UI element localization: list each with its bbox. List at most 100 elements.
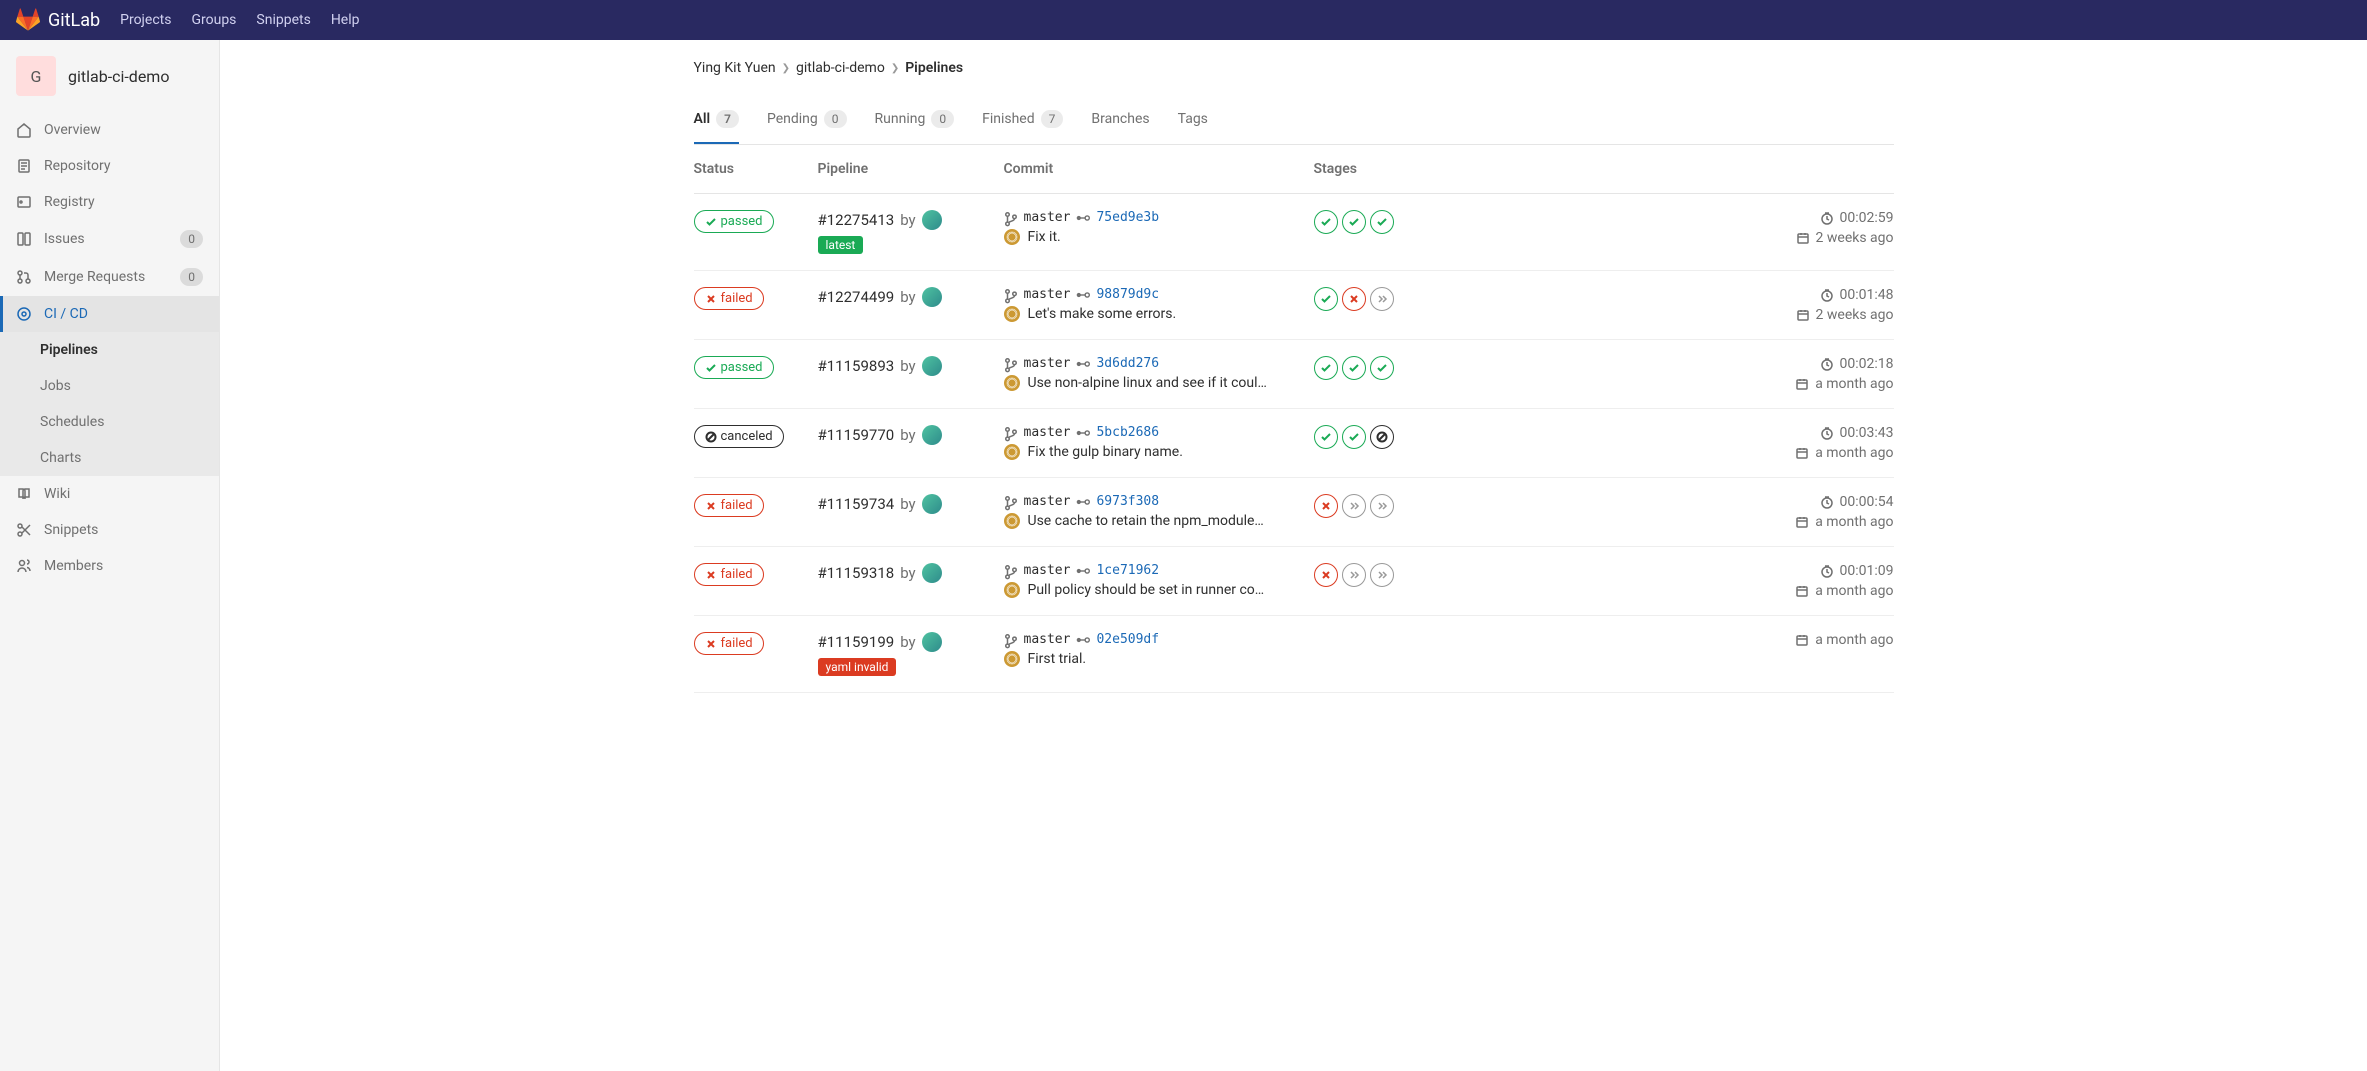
sidebar-label: Overview <box>44 122 203 138</box>
tab-tags[interactable]: Tags <box>1178 96 1208 144</box>
stage-pass[interactable] <box>1342 425 1366 449</box>
sidebar-item-snippets[interactable]: Snippets <box>0 512 219 548</box>
tab-running[interactable]: Running 0 <box>875 96 955 144</box>
chevron-icon: ❯ <box>782 63 790 74</box>
book-icon <box>16 486 32 502</box>
sidebar-label: Merge Requests <box>44 269 168 285</box>
stages <box>1314 494 1590 518</box>
stage-pass[interactable] <box>1370 210 1394 234</box>
branch-name[interactable]: master <box>1024 563 1071 578</box>
commit-dash-icon <box>1076 495 1090 509</box>
status-badge-failed[interactable]: failed <box>694 632 764 655</box>
stage-pass[interactable] <box>1314 210 1338 234</box>
stage-pass[interactable] <box>1342 210 1366 234</box>
pipeline-id[interactable]: #11159770 by <box>818 425 1004 445</box>
tab-count: 7 <box>716 110 739 128</box>
nav-help[interactable]: Help <box>331 12 360 28</box>
tab-finished[interactable]: Finished 7 <box>982 96 1063 144</box>
stage-skip[interactable] <box>1370 287 1394 311</box>
stage-pass[interactable] <box>1314 287 1338 311</box>
nav-projects[interactable]: Projects <box>120 12 171 28</box>
by-label: by <box>900 426 915 444</box>
branch-name[interactable]: master <box>1024 425 1071 440</box>
status-badge-canceled[interactable]: canceled <box>694 425 784 448</box>
stages <box>1314 287 1590 311</box>
pipeline-id[interactable]: #11159734 by <box>818 494 1004 514</box>
branch-name[interactable]: master <box>1024 632 1071 647</box>
nav-groups[interactable]: Groups <box>191 12 236 28</box>
pipeline-id[interactable]: #11159893 by <box>818 356 1004 376</box>
branch-name[interactable]: master <box>1024 494 1071 509</box>
user-avatar[interactable] <box>922 210 942 230</box>
sidebar-item-overview[interactable]: Overview <box>0 112 219 148</box>
tab-pending[interactable]: Pending 0 <box>767 96 847 144</box>
stage-pass[interactable] <box>1314 425 1338 449</box>
stage-fail[interactable] <box>1314 494 1338 518</box>
status-badge-failed[interactable]: failed <box>694 287 764 310</box>
pipeline-id[interactable]: #12275413 by <box>818 210 1004 230</box>
status-text: passed <box>721 360 763 375</box>
sidebar-item-wiki[interactable]: Wiki <box>0 476 219 512</box>
commit-sha[interactable]: 1ce71962 <box>1096 563 1159 578</box>
breadcrumb-item[interactable]: Ying Kit Yuen <box>694 60 776 76</box>
sidebar-item-issues[interactable]: Issues 0 <box>0 220 219 258</box>
commit-sha[interactable]: 5bcb2686 <box>1096 425 1159 440</box>
user-avatar[interactable] <box>922 563 942 583</box>
branch-name[interactable]: master <box>1024 287 1071 302</box>
status-badge-failed[interactable]: failed <box>694 563 764 586</box>
status-badge-passed[interactable]: passed <box>694 210 774 233</box>
stage-cancel[interactable] <box>1370 425 1394 449</box>
nav-snippets[interactable]: Snippets <box>256 12 310 28</box>
status-badge-passed[interactable]: passed <box>694 356 774 379</box>
commit-message: First trial. <box>1028 651 1087 667</box>
pipeline-row: failed #11159734 by master 6973f308 Use … <box>694 478 1894 547</box>
commit-sha[interactable]: 98879d9c <box>1096 287 1159 302</box>
sidebar-item-members[interactable]: Members <box>0 548 219 584</box>
project-header[interactable]: G gitlab-ci-demo <box>0 40 219 112</box>
branch-icon <box>1004 426 1018 440</box>
sidebar-item-ci-cd[interactable]: CI / CD <box>0 296 219 332</box>
pipeline-id[interactable]: #11159318 by <box>818 563 1004 583</box>
sidebar-item-merge-requests[interactable]: Merge Requests 0 <box>0 258 219 296</box>
stage-skip[interactable] <box>1370 563 1394 587</box>
branch-name[interactable]: master <box>1024 210 1071 225</box>
tab-label: Pending <box>767 111 818 127</box>
subnav-pipelines[interactable]: Pipelines <box>0 332 219 368</box>
pipeline-id[interactable]: #11159199 by <box>818 632 1004 652</box>
subnav-jobs[interactable]: Jobs <box>0 368 219 404</box>
stage-skip[interactable] <box>1370 494 1394 518</box>
home-icon <box>16 122 32 138</box>
commit-sha[interactable]: 02e509df <box>1096 632 1159 647</box>
user-avatar[interactable] <box>922 494 942 514</box>
branch-name[interactable]: master <box>1024 356 1071 371</box>
tab-branches[interactable]: Branches <box>1091 96 1149 144</box>
commit-message: Fix the gulp binary name. <box>1028 444 1183 460</box>
sidebar-item-registry[interactable]: Registry <box>0 184 219 220</box>
stage-pass[interactable] <box>1370 356 1394 380</box>
subnav-schedules[interactable]: Schedules <box>0 404 219 440</box>
tab-all[interactable]: All 7 <box>694 96 739 144</box>
stage-skip[interactable] <box>1342 563 1366 587</box>
tab-label: Tags <box>1178 111 1208 127</box>
user-avatar[interactable] <box>922 632 942 652</box>
commit-sha[interactable]: 6973f308 <box>1096 494 1159 509</box>
sidebar-item-repository[interactable]: Repository <box>0 148 219 184</box>
stage-skip[interactable] <box>1342 494 1366 518</box>
stage-pass[interactable] <box>1314 356 1338 380</box>
stage-fail[interactable] <box>1314 563 1338 587</box>
user-avatar[interactable] <box>922 287 942 307</box>
pipeline-id[interactable]: #12274499 by <box>818 287 1004 307</box>
stage-pass[interactable] <box>1342 356 1366 380</box>
commit-sha[interactable]: 75ed9e3b <box>1096 210 1159 225</box>
commit-avatar <box>1004 582 1020 598</box>
user-avatar[interactable] <box>922 356 942 376</box>
subnav-charts[interactable]: Charts <box>0 440 219 476</box>
status-badge-failed[interactable]: failed <box>694 494 764 517</box>
stage-fail[interactable] <box>1342 287 1366 311</box>
user-avatar[interactable] <box>922 425 942 445</box>
commit-sha[interactable]: 3d6dd276 <box>1096 356 1159 371</box>
pipeline-row: failed #12274499 by master 98879d9c Let'… <box>694 271 1894 340</box>
logo[interactable]: GitLab <box>16 8 100 32</box>
commit-message: Use cache to retain the npm_modules f… <box>1028 513 1268 529</box>
breadcrumb-item[interactable]: gitlab-ci-demo <box>796 60 885 76</box>
